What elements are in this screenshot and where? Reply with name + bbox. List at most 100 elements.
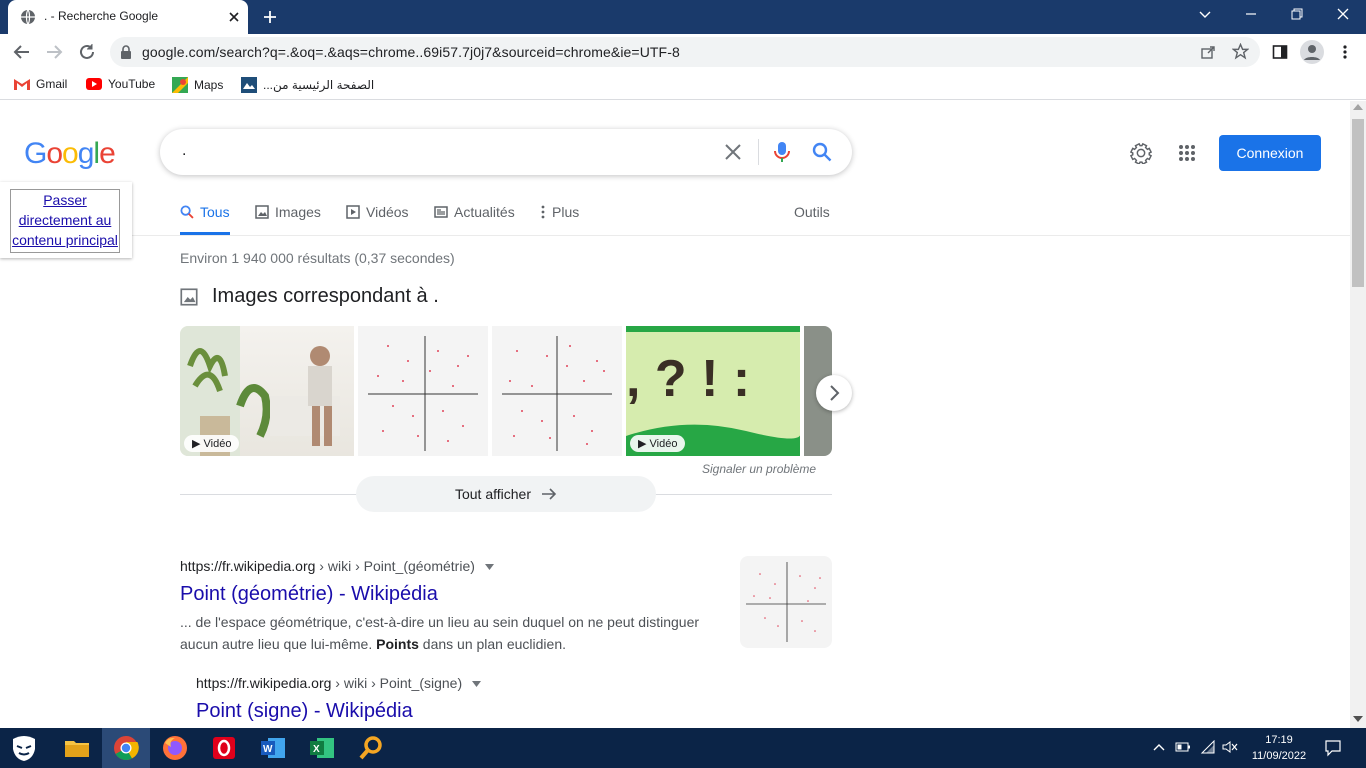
browser-tab[interactable]: . - Recherche Google bbox=[8, 0, 248, 34]
tab-label: Plus bbox=[552, 204, 580, 220]
result-thumbnail[interactable] bbox=[740, 556, 832, 648]
tab-title: . - Recherche Google bbox=[44, 9, 159, 23]
clock-date: 11/09/2022 bbox=[1251, 750, 1307, 762]
result-cite: https://fr.wikipedia.org › wiki › Point_… bbox=[180, 558, 494, 574]
carousel-next-button[interactable] bbox=[816, 375, 852, 411]
signin-button[interactable]: Connexion bbox=[1219, 135, 1321, 171]
result-title-link[interactable]: Point (géométrie) - Wikipédia bbox=[180, 583, 438, 606]
system-clock[interactable]: 17:19 11/09/2022 bbox=[1244, 732, 1314, 764]
tab-label: Vidéos bbox=[366, 204, 409, 220]
close-tab-icon[interactable] bbox=[227, 10, 241, 24]
clock-time: 17:19 bbox=[1265, 734, 1293, 746]
address-bar[interactable]: google.com/search?q=.&oq=.&aqs=chrome..6… bbox=[110, 37, 1260, 67]
show-all-label: Tout afficher bbox=[454, 486, 531, 502]
url-text: google.com/search?q=.&oq=.&aqs=chrome..6… bbox=[142, 44, 680, 60]
back-icon[interactable] bbox=[13, 43, 31, 61]
menu-kebab-icon[interactable] bbox=[1337, 44, 1353, 60]
image-result-2[interactable] bbox=[358, 326, 488, 456]
image-result-4[interactable]: , ? ! : ▶ Vidéo bbox=[626, 326, 800, 456]
tab-more[interactable]: Plus bbox=[540, 204, 579, 220]
search-app-icon[interactable] bbox=[356, 733, 386, 763]
dropdown-caret-icon[interactable] bbox=[484, 564, 494, 571]
new-tab-icon[interactable] bbox=[262, 9, 278, 25]
image-result-1[interactable]: ▶ Vidéo bbox=[180, 326, 354, 456]
show-all-button[interactable]: Tout afficher bbox=[356, 476, 656, 512]
file-explorer-icon[interactable] bbox=[62, 733, 92, 763]
tab-news[interactable]: Actualités bbox=[434, 204, 515, 220]
mic-icon[interactable] bbox=[774, 141, 790, 163]
profile-avatar[interactable] bbox=[1300, 40, 1324, 64]
restore-icon[interactable] bbox=[1290, 7, 1304, 21]
skip-to-content-link[interactable]: Passer directement au contenu principal bbox=[10, 189, 120, 253]
more-vert-icon bbox=[540, 205, 546, 219]
forward-icon[interactable] bbox=[45, 43, 63, 61]
svg-text:W: W bbox=[263, 744, 273, 755]
result-title-link[interactable]: Point (signe) - Wikipédia bbox=[196, 700, 413, 723]
start-mask-icon[interactable] bbox=[9, 733, 39, 763]
volume-muted-icon[interactable] bbox=[1222, 740, 1238, 754]
maps-icon bbox=[172, 77, 188, 93]
tab-label: Tous bbox=[200, 204, 230, 220]
tab-label: Images bbox=[275, 204, 321, 220]
lock-icon[interactable] bbox=[120, 45, 132, 59]
search-input[interactable]: . bbox=[182, 142, 186, 160]
result-cite: https://fr.wikipedia.org › wiki › Point_… bbox=[196, 675, 481, 691]
video-badge: ▶ Vidéo bbox=[184, 435, 240, 452]
scrollbar-thumb[interactable] bbox=[1352, 119, 1364, 287]
result-crumb: › wiki › Point_(géométrie) bbox=[315, 558, 475, 574]
battery-icon[interactable] bbox=[1175, 740, 1191, 754]
page-content: Google . Connexion Tous Images Vidéos Ac… bbox=[0, 101, 1350, 728]
bookmark-star-icon[interactable] bbox=[1232, 43, 1249, 60]
result-snippet: ... de l'espace géométrique, c'est-à-dir… bbox=[180, 614, 700, 652]
scroll-down-icon[interactable] bbox=[1353, 716, 1363, 722]
result-crumb: › wiki › Point_(signe) bbox=[331, 675, 463, 691]
result-stats: Environ 1 940 000 résultats (0,37 second… bbox=[180, 250, 455, 266]
minimize-icon[interactable] bbox=[1244, 7, 1258, 21]
settings-gear-icon[interactable] bbox=[1130, 142, 1152, 164]
result-site: https://fr.wikipedia.org bbox=[180, 558, 316, 574]
tools-button[interactable]: Outils bbox=[794, 204, 830, 220]
search-box[interactable]: . bbox=[160, 129, 852, 175]
video-badge: ▶ Vidéo bbox=[630, 435, 686, 452]
bookmark-label: Gmail bbox=[36, 77, 68, 91]
tab-images[interactable]: Images bbox=[255, 204, 321, 220]
chevron-up-icon[interactable] bbox=[1152, 740, 1166, 754]
opera-icon[interactable] bbox=[209, 733, 239, 763]
tab-label: Actualités bbox=[454, 204, 515, 220]
tab-search-icon[interactable] bbox=[1198, 7, 1212, 21]
chrome-icon[interactable] bbox=[111, 733, 141, 763]
google-logo[interactable]: Google bbox=[24, 137, 116, 171]
youtube-icon bbox=[86, 78, 102, 90]
arrow-right-icon bbox=[541, 487, 557, 501]
site-icon bbox=[241, 77, 257, 93]
word-icon[interactable]: W bbox=[258, 733, 288, 763]
divider bbox=[758, 139, 759, 165]
bookmark-site[interactable]: الصفحة الرئيسية من... bbox=[241, 77, 374, 93]
notifications-icon[interactable] bbox=[1324, 739, 1342, 757]
image-result-3[interactable] bbox=[492, 326, 622, 456]
dropdown-caret-icon[interactable] bbox=[472, 681, 481, 688]
apps-grid-icon[interactable] bbox=[1178, 144, 1196, 162]
bookmark-label: Maps bbox=[194, 78, 224, 92]
scroll-up-icon[interactable] bbox=[1353, 104, 1363, 110]
bookmark-youtube[interactable]: YouTube bbox=[86, 77, 155, 91]
bookmark-label: YouTube bbox=[108, 77, 156, 91]
news-icon bbox=[434, 205, 448, 219]
tab-all[interactable]: Tous bbox=[180, 204, 230, 220]
firefox-icon[interactable] bbox=[160, 733, 190, 763]
wifi-icon[interactable] bbox=[1200, 740, 1216, 754]
globe-icon bbox=[20, 9, 36, 25]
report-problem-link[interactable]: Signaler un problème bbox=[702, 462, 816, 476]
clear-icon[interactable] bbox=[724, 143, 742, 161]
excel-icon[interactable]: X bbox=[307, 733, 337, 763]
bookmark-gmail[interactable]: Gmail bbox=[14, 77, 67, 91]
bookmark-maps[interactable]: Maps bbox=[172, 77, 223, 93]
reload-icon[interactable] bbox=[78, 43, 96, 61]
gmail-icon bbox=[14, 78, 30, 90]
side-panel-icon[interactable] bbox=[1272, 44, 1288, 60]
close-window-icon[interactable] bbox=[1336, 7, 1350, 21]
active-tab-indicator bbox=[180, 232, 230, 235]
share-icon[interactable] bbox=[1200, 44, 1216, 60]
search-icon[interactable] bbox=[812, 142, 832, 162]
tab-videos[interactable]: Vidéos bbox=[346, 204, 409, 220]
